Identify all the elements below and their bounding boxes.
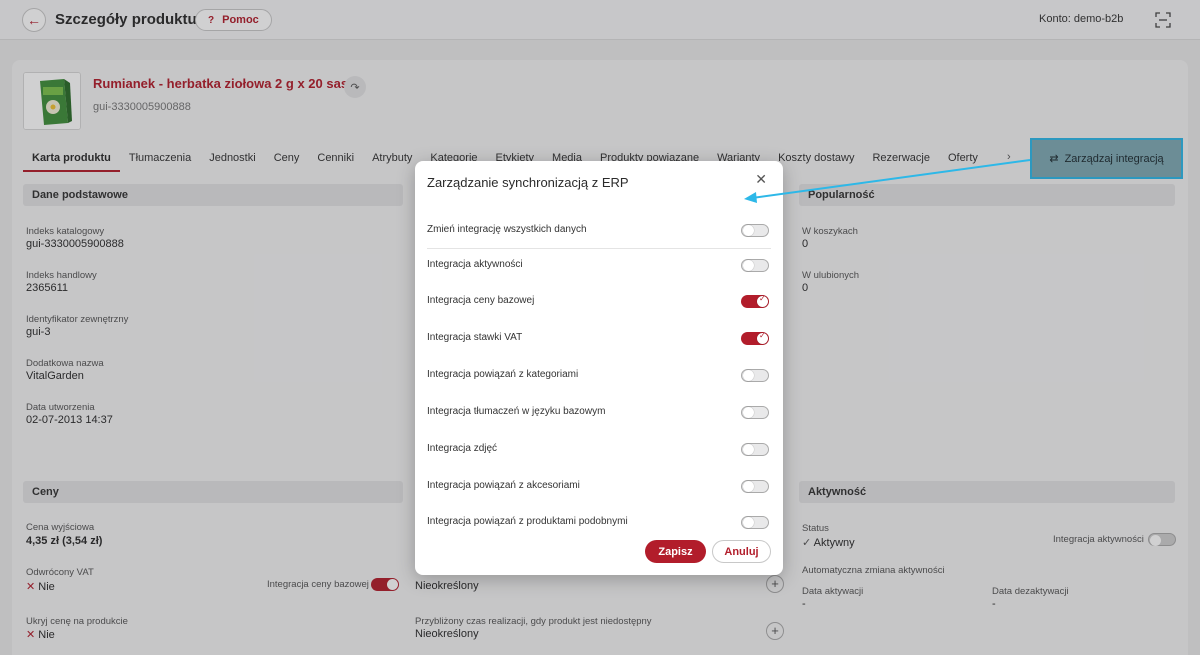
toggle-knob xyxy=(743,225,754,236)
row-label: Zmień integrację wszystkich danych xyxy=(427,224,587,235)
modal-row-images: Integracja zdjęć xyxy=(427,440,771,460)
toggle-categories[interactable] xyxy=(741,369,769,382)
toggle-knob xyxy=(743,444,754,455)
toggle-knob xyxy=(757,331,768,344)
toggle-similar-products[interactable] xyxy=(741,516,769,529)
toggle-activity[interactable] xyxy=(741,259,769,272)
row-label: Integracja powiązań z akcesoriami xyxy=(427,480,580,491)
row-label: Integracja aktywności xyxy=(427,259,523,270)
toggle-knob xyxy=(743,407,754,418)
row-label: Integracja ceny bazowej xyxy=(427,295,535,306)
cancel-button[interactable]: Anuluj xyxy=(712,540,771,563)
toggle-knob xyxy=(743,370,754,381)
erp-sync-modal: Zarządzanie synchronizacją z ERP ✕ Zmień… xyxy=(415,161,783,575)
row-label: Integracja powiązań z produktami podobny… xyxy=(427,516,628,527)
toggle-knob xyxy=(743,517,754,528)
close-icon[interactable]: ✕ xyxy=(755,171,767,188)
row-label: Integracja stawki VAT xyxy=(427,332,523,343)
toggle-vat-rate[interactable] xyxy=(741,331,769,345)
toggle-knob xyxy=(743,481,754,492)
row-label: Integracja powiązań z kategoriami xyxy=(427,369,579,380)
row-label: Integracja zdjęć xyxy=(427,443,498,454)
toggle-images[interactable] xyxy=(741,443,769,456)
modal-row-categories: Integracja powiązań z kategoriami xyxy=(427,366,771,386)
modal-title: Zarządzanie synchronizacją z ERP xyxy=(427,175,629,190)
modal-row-accessories: Integracja powiązań z akcesoriami xyxy=(427,477,771,497)
toggle-all-data[interactable] xyxy=(741,224,769,237)
toggle-translations[interactable] xyxy=(741,406,769,419)
toggle-base-price[interactable] xyxy=(741,294,769,308)
row-label: Integracja tłumaczeń w języku bazowym xyxy=(427,406,606,417)
modal-row-similar-products: Integracja powiązań z produktami podobny… xyxy=(427,513,771,533)
toggle-knob xyxy=(743,260,754,271)
modal-row-translations: Integracja tłumaczeń w języku bazowym xyxy=(427,403,771,423)
modal-row-all-data: Zmień integrację wszystkich danych xyxy=(427,221,771,249)
save-button[interactable]: Zapisz xyxy=(645,540,706,563)
toggle-accessories[interactable] xyxy=(741,480,769,493)
modal-row-activity: Integracja aktywności xyxy=(427,256,771,276)
toggle-knob xyxy=(757,294,768,307)
modal-row-base-price: Integracja ceny bazowej xyxy=(427,292,771,312)
modal-row-vat-rate: Integracja stawki VAT xyxy=(427,329,771,349)
